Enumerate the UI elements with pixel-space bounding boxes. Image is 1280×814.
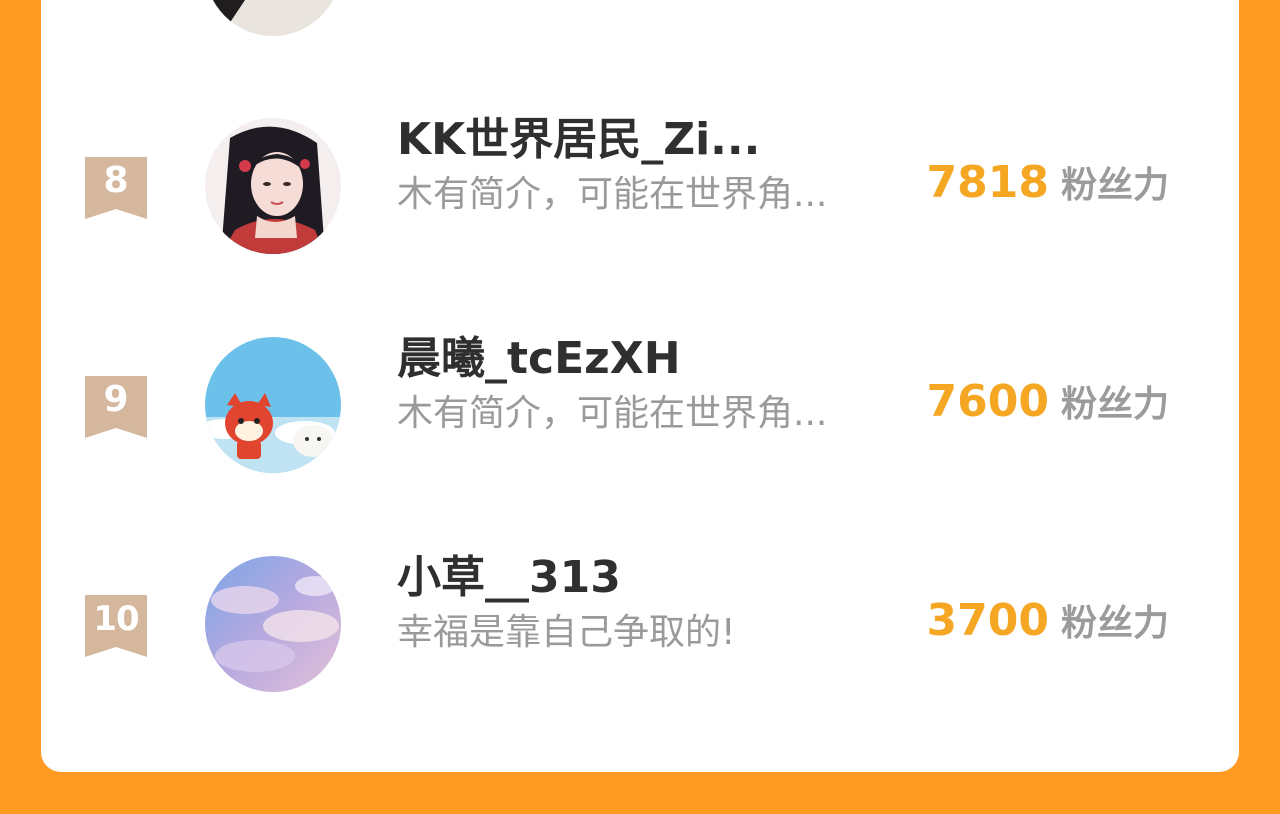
avatar[interactable] bbox=[205, 556, 341, 692]
user-bio: 木有简介，可能在世界角... bbox=[397, 393, 828, 434]
fan-power-score: 7818 粉丝力 bbox=[927, 156, 1169, 219]
score-unit: 粉丝力 bbox=[1060, 603, 1169, 644]
rank-badge: 9 bbox=[85, 376, 147, 438]
score-value: 3700 bbox=[926, 595, 1049, 646]
score-value: 7818 bbox=[926, 157, 1049, 208]
rank-badge: 8 bbox=[85, 157, 147, 219]
fan-power-score: 7600 粉丝力 bbox=[927, 375, 1169, 438]
avatar[interactable] bbox=[205, 0, 341, 36]
list-item[interactable]: 9 晨曦_tcEzXH 木有简介，可能在世界角... 7600 粉丝力 bbox=[41, 331, 1239, 481]
score-value: 7600 bbox=[926, 376, 1049, 427]
rank-number: 9 bbox=[103, 379, 129, 420]
rank-badge: 10 bbox=[85, 595, 147, 657]
user-bio: 幸福是靠自己争取的! bbox=[397, 612, 736, 653]
score-unit: 粉丝力 bbox=[1060, 165, 1169, 206]
user-name[interactable]: KK世界居民_Zi... bbox=[397, 112, 760, 168]
avatar[interactable] bbox=[205, 337, 341, 473]
list-item[interactable]: 10 小草__313 幸福是靠自己争取的! 3700 粉丝力 bbox=[41, 550, 1239, 700]
avatar[interactable] bbox=[205, 118, 341, 254]
user-name[interactable]: 晨曦_tcEzXH bbox=[397, 331, 681, 387]
list-item[interactable]: 1457 bbox=[41, 0, 1239, 50]
ranking-card: 1457 8 KK世界居民_Zi... bbox=[41, 0, 1239, 772]
score-unit: 粉丝力 bbox=[1060, 384, 1169, 425]
girl-avatar-icon bbox=[205, 118, 341, 254]
fan-power-score: 3700 粉丝力 bbox=[927, 594, 1169, 657]
cartoon-fox-avatar-icon bbox=[205, 337, 341, 473]
user-bio: 木有简介，可能在世界角... bbox=[397, 174, 828, 215]
rank-number: 10 bbox=[93, 599, 139, 639]
rank-number: 8 bbox=[103, 160, 129, 201]
list-item[interactable]: 8 KK世界居民_Zi... 木有简介，可能在世界角... 7818 粉丝力 bbox=[41, 112, 1239, 262]
sky-clouds-avatar-icon bbox=[205, 556, 341, 692]
user-name[interactable]: 小草__313 bbox=[397, 550, 621, 606]
